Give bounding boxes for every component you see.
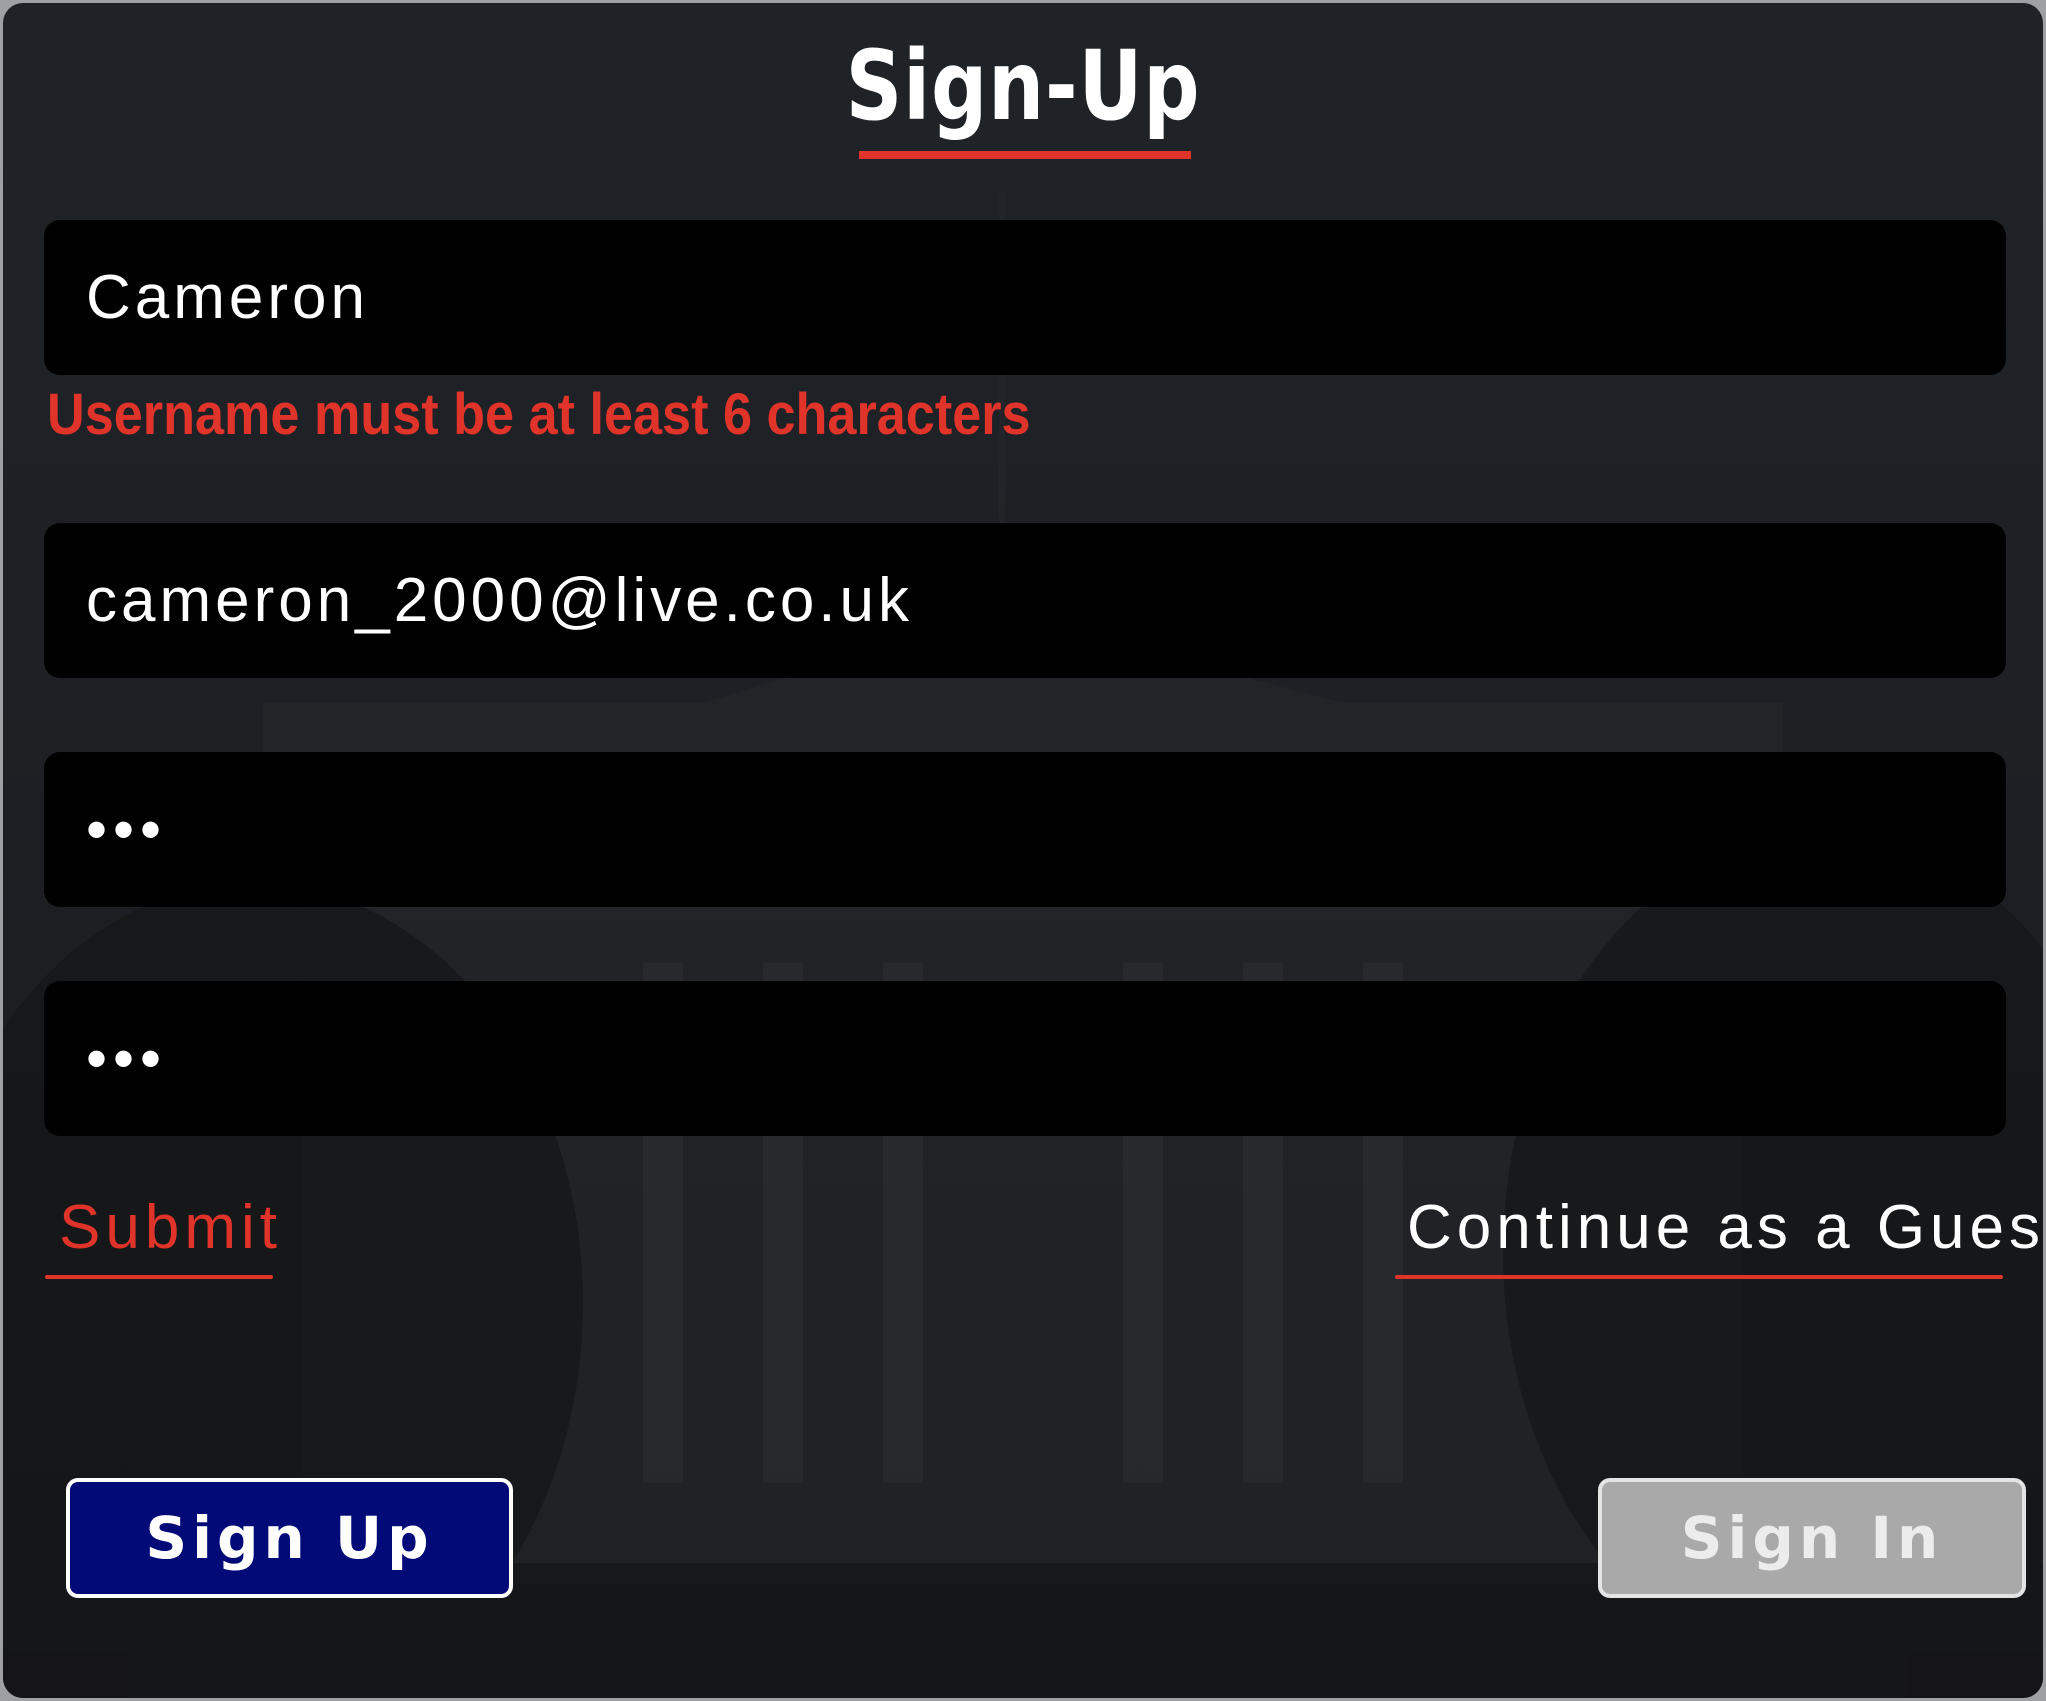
password-field[interactable]: ••• <box>44 752 2006 907</box>
sign-up-label: Sign Up <box>145 1504 434 1572</box>
sign-in-button[interactable]: Sign In <box>1598 1478 2026 1598</box>
continue-as-guest-link[interactable]: Continue as a Guest <box>1407 1188 2043 1268</box>
username-error-message: Username must be at least 6 characters <box>47 382 1031 447</box>
guest-underline <box>1395 1275 2003 1279</box>
title-underline <box>859 151 1191 159</box>
signup-panel: Sign-Up Cameron Username must be at leas… <box>3 3 2043 1698</box>
submit-underline <box>45 1275 273 1279</box>
username-field[interactable]: Cameron <box>44 220 2006 375</box>
submit-link[interactable]: Submit <box>59 1188 282 1268</box>
confirm-password-field[interactable]: ••• <box>44 981 2006 1136</box>
email-field[interactable]: cameron_2000@live.co.uk <box>44 523 2006 678</box>
sign-in-label: Sign In <box>1680 1504 1944 1572</box>
page-title: Sign-Up <box>845 30 1201 142</box>
sign-up-button[interactable]: Sign Up <box>66 1478 513 1598</box>
